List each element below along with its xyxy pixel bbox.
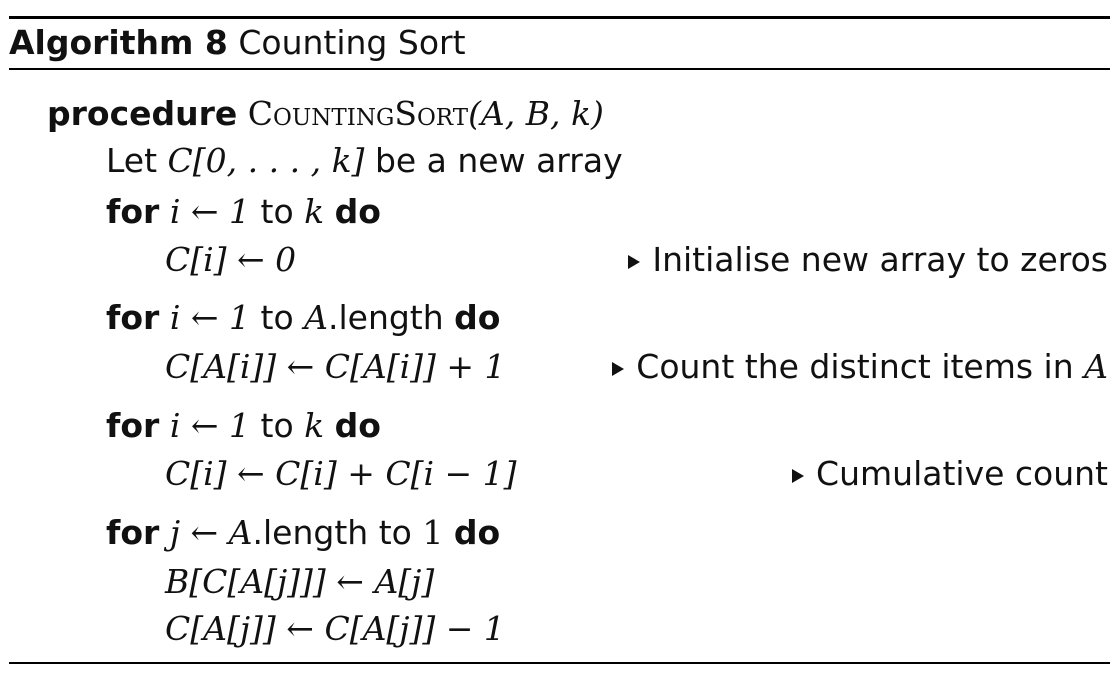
procedure-line: procedure CountingSort(A, B, k) (47, 88, 604, 140)
procedure-keyword: procedure (47, 94, 238, 133)
statement-3: C[i] ← C[i] + C[i − 1] (165, 454, 517, 493)
caption-rule (9, 68, 1110, 70)
let-suffix: be a new array (374, 141, 623, 180)
for-keyword: for (106, 192, 160, 231)
algorithm-title: Counting Sort (238, 23, 466, 62)
comment-3-text: Cumulative count (816, 454, 1108, 493)
loop-4-body-1: B[C[A[j]]] ← A[j] (165, 556, 434, 608)
comment-2-text: Count the distinct items in (636, 347, 1074, 386)
for-keyword: for (106, 513, 160, 552)
bottom-rule (9, 662, 1110, 664)
let-line: Let C[0, . . . , k] be a new array (106, 135, 623, 187)
for-keyword: for (106, 298, 160, 337)
let-prefix: Let (106, 141, 158, 180)
loop-4-var-attr: .length (252, 513, 369, 552)
loop-2-header: for i ← 1 to A.length do (106, 292, 500, 344)
loop-2-end-attr: .length (327, 298, 444, 337)
comment-1-text: Initialise new array to zeros (652, 240, 1108, 279)
loop-1-body: C[i] ← 0 (165, 234, 296, 286)
loop-3-end: k (304, 406, 325, 445)
to-word: to (378, 513, 412, 552)
to-word: to (260, 192, 294, 231)
loop-3-body: C[i] ← C[i] + C[i − 1] (165, 448, 517, 500)
to-word: to (260, 406, 294, 445)
comment-triangle-icon (792, 469, 805, 483)
do-keyword: do (334, 192, 381, 231)
comment-1: Initialise new array to zeros (628, 234, 1108, 286)
for-keyword: for (106, 406, 160, 445)
loop-4-header: for j ← A.length to 1 do (106, 507, 500, 559)
let-math: C[0, . . . , k] (167, 141, 365, 180)
statement-2: C[A[i]] ← C[A[i]] + 1 (165, 347, 506, 386)
algorithm-caption: Algorithm 8 Counting Sort (9, 19, 466, 67)
procedure-args: (A, B, k) (468, 94, 604, 133)
loop-1-var: i ← 1 (169, 192, 250, 231)
algorithm-label: Algorithm 8 (9, 23, 228, 62)
comment-triangle-icon (628, 255, 641, 269)
do-keyword: do (454, 298, 501, 337)
loop-1-header: for i ← 1 to k do (106, 186, 381, 238)
statement-4a: B[C[A[j]]] ← A[j] (165, 562, 435, 601)
loop-4-body-2: C[A[j]] ← C[A[j]] − 1 (165, 603, 505, 655)
loop-2-var: i ← 1 (169, 298, 250, 337)
comment-3: Cumulative count (792, 448, 1108, 500)
do-keyword: do (334, 406, 381, 445)
loop-2-body: C[A[i]] ← C[A[i]] + 1 (165, 341, 506, 393)
comment-2: Count the distinct items in A (612, 341, 1108, 393)
loop-2-end-object: A (304, 298, 328, 337)
statement-1: C[i] ← 0 (165, 240, 297, 279)
do-keyword: do (453, 513, 501, 552)
loop-3-var: i ← 1 (169, 406, 250, 445)
loop-4-end: 1 (422, 513, 444, 552)
to-word: to (260, 298, 294, 337)
comment-2-var: A (1084, 347, 1108, 386)
statement-4b: C[A[j]] ← C[A[j]] − 1 (165, 609, 505, 648)
comment-triangle-icon (612, 362, 625, 376)
loop-3-header: for i ← 1 to k do (106, 400, 381, 452)
loop-1-end: k (304, 192, 325, 231)
procedure-name: CountingSort (247, 94, 469, 133)
loop-4-var-object: j ← A (169, 513, 253, 552)
